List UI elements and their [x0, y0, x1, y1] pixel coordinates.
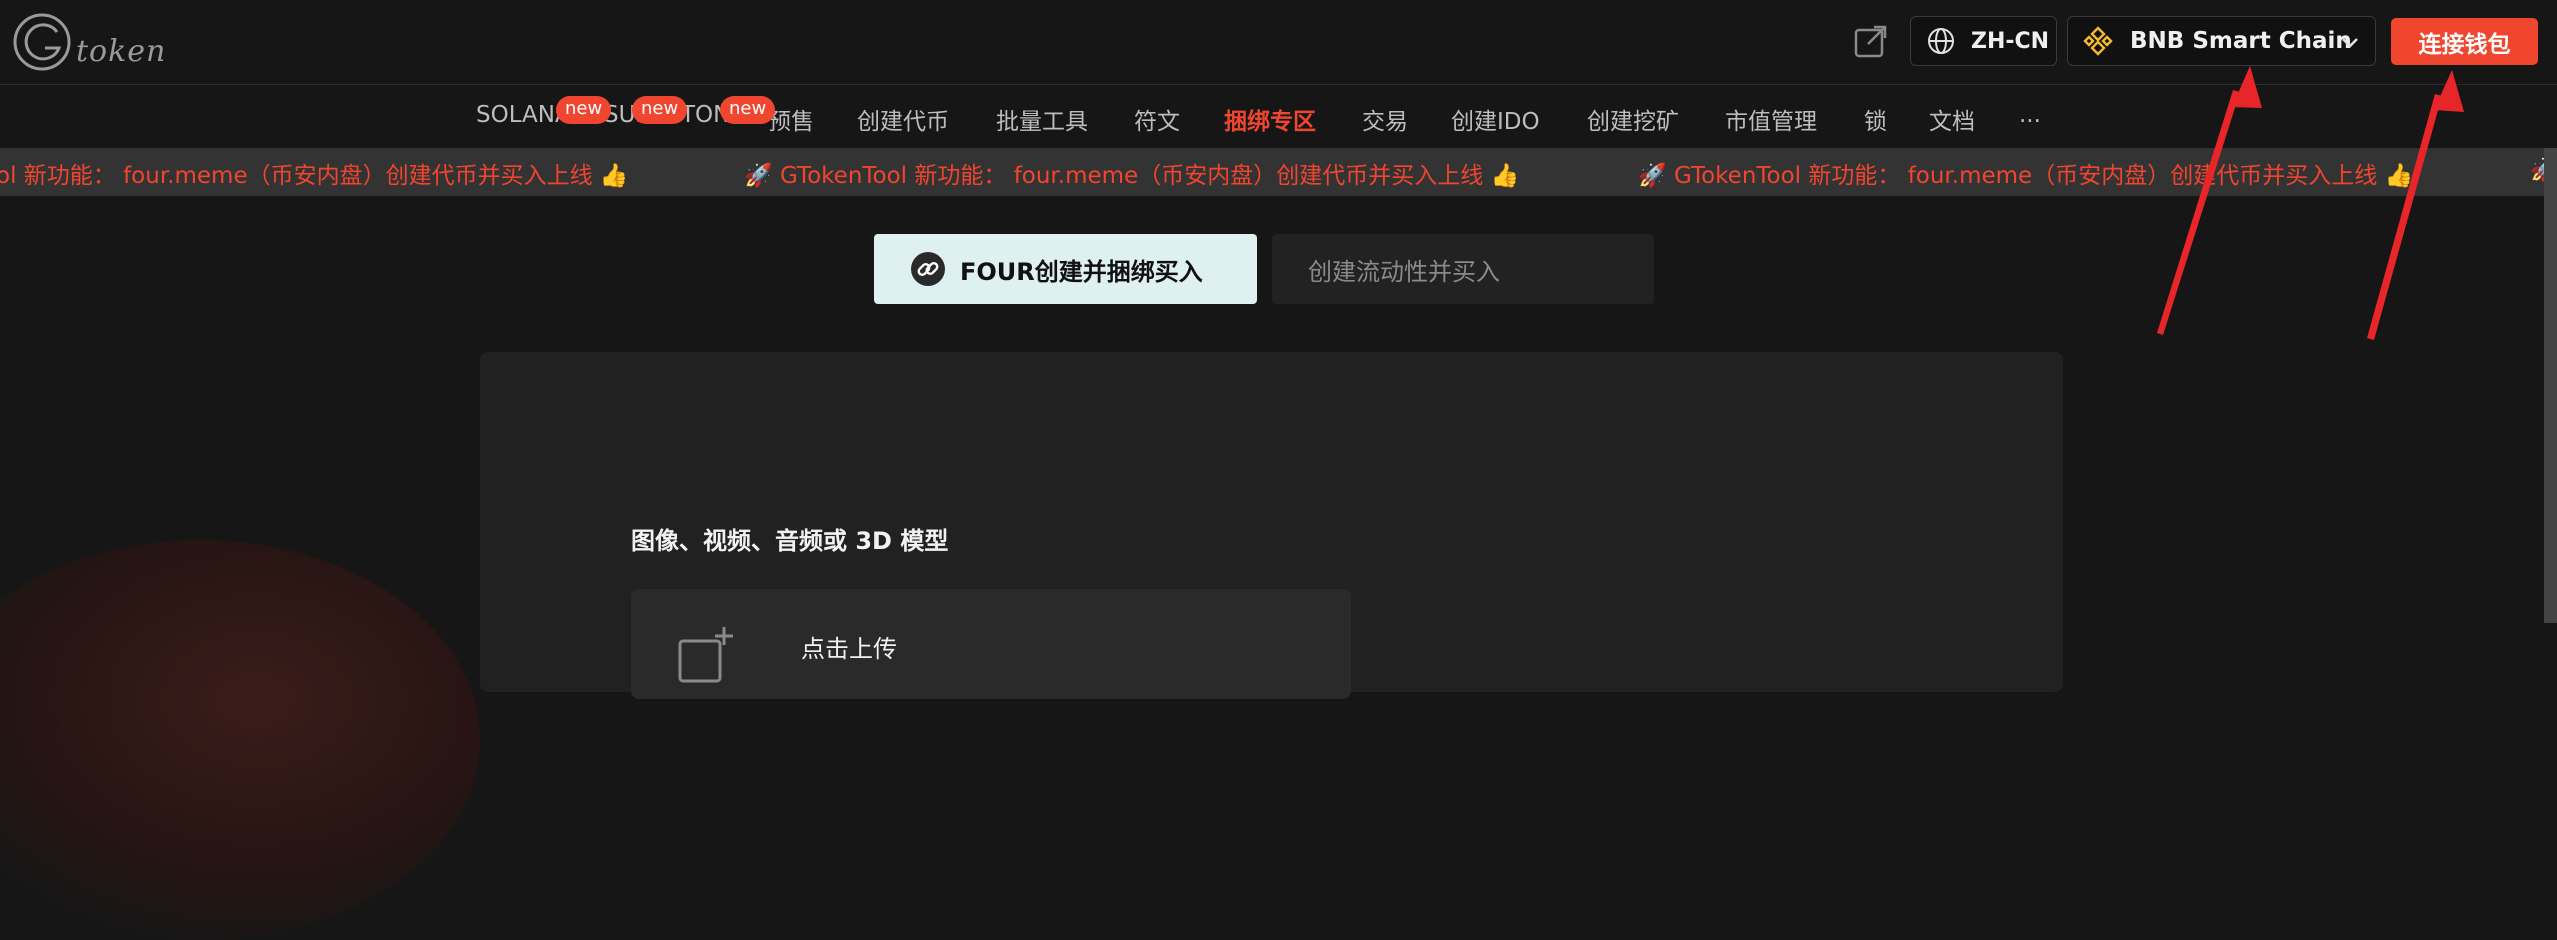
globe-icon: [1928, 28, 1954, 54]
image-upload-icon: [678, 627, 733, 683]
page-scrollbar[interactable]: [2544, 148, 2557, 623]
link-icon: [911, 252, 945, 286]
background-glow: [0, 540, 480, 940]
language-label: ZH-CN: [1971, 28, 2050, 54]
new-badge: new: [632, 96, 688, 124]
nav-item-more[interactable]: ...: [2019, 102, 2041, 128]
chain-selector[interactable]: BNB Smart Chain: [2067, 16, 2376, 66]
nav-item-create-ido[interactable]: 创建IDO: [1451, 102, 1540, 136]
announcement-ticker: ol 新功能： four.meme（币安内盘）创建代币并买入上线 👍 🚀 GTo…: [0, 148, 2557, 196]
upload-dropzone[interactable]: 点击上传: [631, 589, 1351, 699]
nav-item-runes[interactable]: 符文: [1134, 102, 1180, 136]
connect-wallet-button[interactable]: 连接钱包: [2391, 18, 2538, 65]
nav-item-docs[interactable]: 文档: [1929, 102, 1975, 136]
language-selector[interactable]: ZH-CN: [1910, 16, 2057, 66]
nav-item-batch-tools[interactable]: 批量工具: [996, 102, 1088, 136]
nav-item-market-cap[interactable]: 市值管理: [1725, 102, 1817, 136]
top-header: token ZH-CN BNB Smart Chain 连接钱包: [0, 0, 2557, 85]
tab-create-liquidity-buy[interactable]: 创建流动性并买入: [1272, 234, 1654, 304]
upload-label: 点击上传: [801, 635, 897, 663]
chain-label: BNB Smart Chain: [2130, 28, 2352, 54]
logo-g-mark: [13, 13, 71, 71]
share-icon[interactable]: [1852, 22, 1890, 60]
new-badge: new: [556, 96, 612, 124]
ticker-item[interactable]: 🚀 GTokenTool 新功能： four.meme（币安内盘）创建代币并买入…: [744, 156, 1519, 190]
nav-item-lock[interactable]: 锁: [1864, 102, 1887, 136]
tab-label: 创建流动性并买入: [1308, 257, 1500, 286]
ticker-item[interactable]: ol 新功能： four.meme（币安内盘）创建代币并买入上线 👍: [0, 156, 629, 190]
main-nav: SOLANA SUI TON 预售 创建代币 批量工具 符文 捆绑专区 交易 创…: [0, 86, 2557, 146]
ticker-item[interactable]: 🚀 GTokenTool 新功能： four.meme（币安内盘）创建代币并买入…: [1638, 156, 2413, 190]
nav-item-create-mining[interactable]: 创建挖矿: [1587, 102, 1679, 136]
nav-item-trade[interactable]: 交易: [1362, 102, 1408, 136]
new-badge: new: [720, 96, 776, 124]
gtoken-logo[interactable]: token: [10, 10, 170, 76]
nav-item-create-token[interactable]: 创建代币: [857, 102, 949, 136]
media-field-label: 图像、视频、音频或 3D 模型: [631, 527, 949, 555]
nav-item-bundle[interactable]: 捆绑专区: [1224, 102, 1316, 136]
chevron-down-icon: [2342, 38, 2358, 48]
logo-wordmark: token: [76, 34, 167, 69]
bnb-chain-icon: [2083, 26, 2113, 56]
tab-label: FOUR创建并捆绑买入: [960, 257, 1203, 286]
nav-item-presale[interactable]: 预售: [768, 102, 814, 136]
tab-four-bundle-buy[interactable]: FOUR创建并捆绑买入: [874, 234, 1257, 304]
